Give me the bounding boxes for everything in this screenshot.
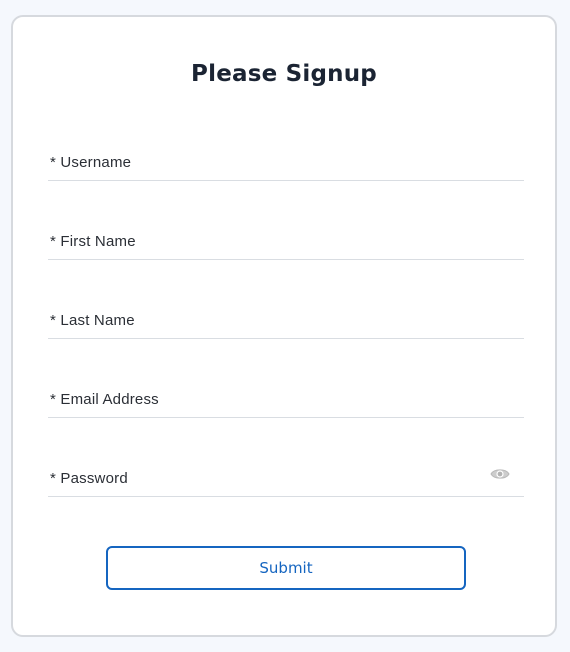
password-field[interactable]: * Password — [48, 462, 524, 497]
submit-button[interactable]: Submit — [106, 546, 466, 590]
last-name-field[interactable]: * Last Name — [48, 304, 524, 339]
eye-icon[interactable] — [490, 467, 510, 481]
form-title: Please Signup — [191, 61, 377, 87]
signup-card: Please Signup * Username * First Name * … — [11, 15, 557, 637]
email-label: * Email Address — [50, 391, 159, 408]
password-label: * Password — [50, 470, 128, 487]
email-field[interactable]: * Email Address — [48, 383, 524, 418]
first-name-field[interactable]: * First Name — [48, 225, 524, 260]
first-name-label: * First Name — [50, 233, 136, 250]
username-field[interactable]: * Username — [48, 146, 524, 181]
last-name-label: * Last Name — [50, 312, 135, 329]
username-label: * Username — [50, 154, 132, 171]
